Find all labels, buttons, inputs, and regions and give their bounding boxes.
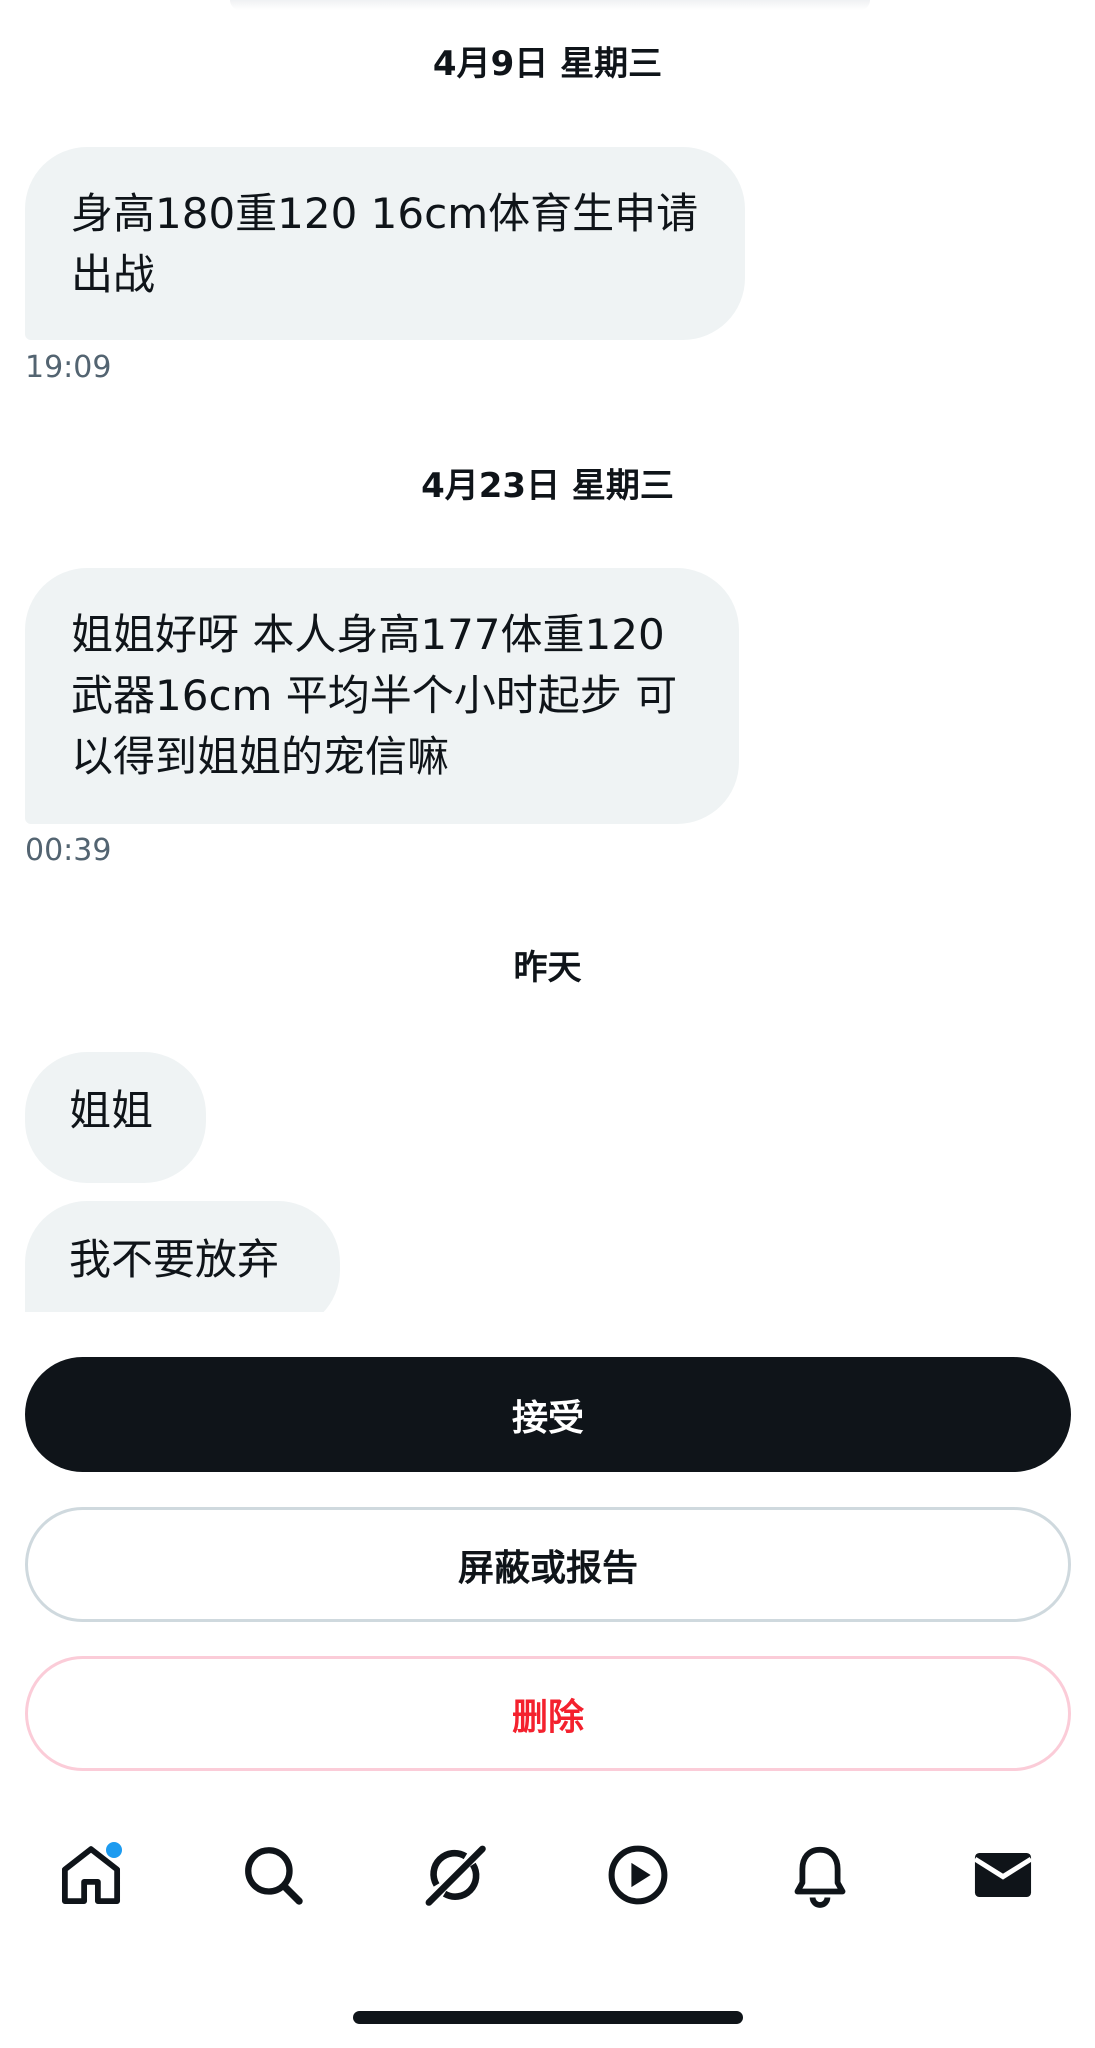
notification-dot [106,1842,122,1858]
block-or-report-button[interactable]: 屏蔽或报告 [25,1507,1071,1622]
message-bubble[interactable]: 姐姐 [25,1052,206,1183]
date-separator: 4月9日 星期三 [432,44,663,84]
message-text: 身高180重120 16cm体育生申请出战 [71,189,699,299]
accept-button[interactable]: 接受 [25,1357,1071,1472]
bottom-tab-bar [0,1830,1095,1940]
mail-icon [973,1853,1033,1897]
tab-messages[interactable] [958,1830,1048,1920]
date-separator: 昨天 [513,948,582,988]
home-indicator [353,2011,743,2024]
delete-button-label: 删除 [511,1696,584,1738]
message-bubble[interactable]: 姐姐好呀 本人身高177体重120 武器16cm 平均半个小时起步 可以得到姐姐… [25,568,739,824]
accept-button-label: 接受 [511,1397,584,1439]
message-text: 我不要放弃 [69,1235,280,1284]
block-or-report-button-label: 屏蔽或报告 [457,1547,638,1589]
message-time: 00:39 [25,833,112,868]
message-text: 姐姐 [69,1086,154,1135]
date-separator: 4月23日 星期三 [421,466,674,506]
grok-icon [425,1845,486,1906]
message-time: 19:09 [25,350,112,385]
bell-icon [794,1846,846,1908]
message-list[interactable]: 4月9日 星期三 身高180重120 16cm体育生申请出战 19:09 4月2… [0,0,1095,1312]
tab-notifications[interactable] [775,1830,865,1920]
search-icon [245,1847,303,1905]
message-bubble[interactable]: 身高180重120 16cm体育生申请出战 [25,147,745,340]
tab-home[interactable] [46,1830,136,1920]
tab-grok[interactable] [410,1830,500,1920]
delete-button[interactable]: 删除 [25,1656,1071,1771]
message-text: 姐姐好呀 本人身高177体重120 武器16cm 平均半个小时起步 可以得到姐姐… [71,610,678,781]
play-icon [608,1845,668,1905]
tab-video[interactable] [593,1830,683,1920]
message-bubble[interactable]: 我不要放弃 [25,1201,340,1312]
tab-search[interactable] [228,1830,318,1920]
